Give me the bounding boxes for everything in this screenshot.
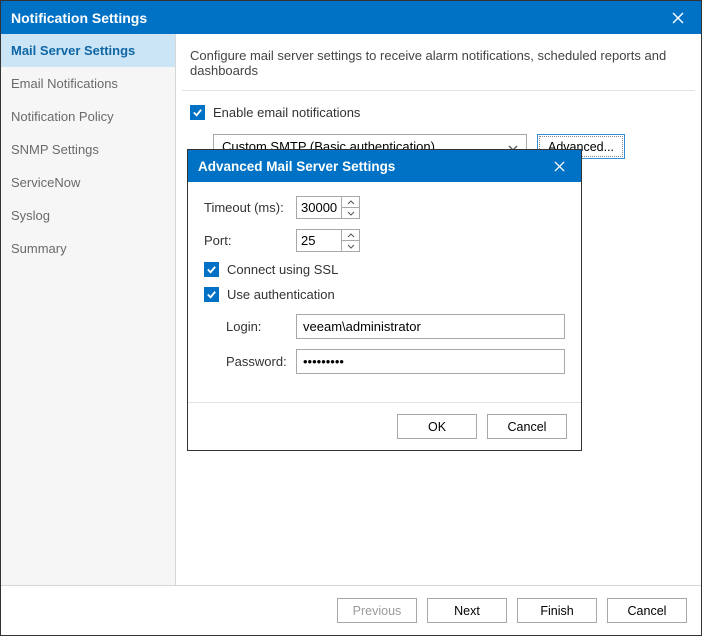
next-button-label: Next xyxy=(454,604,480,618)
timeout-input[interactable] xyxy=(297,197,341,218)
timeout-down-button[interactable] xyxy=(342,207,359,218)
timeout-label: Timeout (ms): xyxy=(204,200,288,215)
dialog-body: Timeout (ms): Port: xyxy=(188,182,581,384)
sidebar-item-label: Mail Server Settings xyxy=(11,43,135,58)
main-description: Configure mail server settings to receiv… xyxy=(176,34,701,90)
sidebar-item-label: SNMP Settings xyxy=(11,142,99,157)
ssl-checkbox[interactable] xyxy=(204,262,219,277)
sidebar-item-notification-policy[interactable]: Notification Policy xyxy=(1,100,175,133)
dialog-close-button[interactable] xyxy=(547,154,571,178)
previous-button: Previous xyxy=(337,598,417,623)
timeout-arrows xyxy=(341,197,359,218)
titlebar: Notification Settings xyxy=(1,1,701,34)
ssl-label: Connect using SSL xyxy=(227,262,338,277)
port-label: Port: xyxy=(204,233,288,248)
port-row: Port: xyxy=(204,229,565,252)
chevron-down-icon xyxy=(347,211,355,216)
next-button[interactable]: Next xyxy=(427,598,507,623)
sidebar-item-label: Syslog xyxy=(11,208,50,223)
auth-row: Use authentication xyxy=(204,287,565,302)
advanced-mail-server-dialog: Advanced Mail Server Settings Timeout (m… xyxy=(187,149,582,451)
window-title: Notification Settings xyxy=(11,10,665,26)
wizard-footer: Previous Next Finish Cancel xyxy=(1,585,701,635)
password-input[interactable] xyxy=(296,349,565,374)
auth-label: Use authentication xyxy=(227,287,335,302)
password-label: Password: xyxy=(226,354,288,369)
enable-email-row: Enable email notifications xyxy=(190,105,687,120)
dialog-cancel-label: Cancel xyxy=(508,420,547,434)
dialog-ok-button[interactable]: OK xyxy=(397,414,477,439)
notification-settings-window: Notification Settings Mail Server Settin… xyxy=(0,0,702,636)
port-spinner xyxy=(296,229,360,252)
port-down-button[interactable] xyxy=(342,240,359,251)
finish-button[interactable]: Finish xyxy=(517,598,597,623)
timeout-row: Timeout (ms): xyxy=(204,196,565,219)
login-input[interactable] xyxy=(296,314,565,339)
previous-button-label: Previous xyxy=(353,604,402,618)
timeout-spinner xyxy=(296,196,360,219)
close-icon xyxy=(554,161,565,172)
chevron-up-icon xyxy=(347,233,355,238)
port-input[interactable] xyxy=(297,230,341,251)
dialog-ok-label: OK xyxy=(428,420,446,434)
cancel-button[interactable]: Cancel xyxy=(607,598,687,623)
window-close-button[interactable] xyxy=(665,5,691,31)
port-arrows xyxy=(341,230,359,251)
sidebar-item-label: Email Notifications xyxy=(11,76,118,91)
sidebar-item-summary[interactable]: Summary xyxy=(1,232,175,265)
password-row: Password: xyxy=(226,349,565,374)
cancel-button-label: Cancel xyxy=(628,604,667,618)
dialog-title: Advanced Mail Server Settings xyxy=(198,159,395,174)
checkmark-icon xyxy=(192,107,203,118)
close-icon xyxy=(672,12,684,24)
sidebar-item-email-notifications[interactable]: Email Notifications xyxy=(1,67,175,100)
login-row: Login: xyxy=(226,314,565,339)
ssl-row: Connect using SSL xyxy=(204,262,565,277)
chevron-up-icon xyxy=(347,200,355,205)
sidebar-item-mail-server-settings[interactable]: Mail Server Settings xyxy=(1,34,175,67)
checkmark-icon xyxy=(206,289,217,300)
dialog-titlebar: Advanced Mail Server Settings xyxy=(188,150,581,182)
sidebar-item-syslog[interactable]: Syslog xyxy=(1,199,175,232)
chevron-down-icon xyxy=(347,244,355,249)
enable-email-label: Enable email notifications xyxy=(213,105,360,120)
checkmark-icon xyxy=(206,264,217,275)
sidebar: Mail Server Settings Email Notifications… xyxy=(1,34,176,585)
enable-email-checkbox[interactable] xyxy=(190,105,205,120)
sidebar-item-label: Summary xyxy=(11,241,67,256)
login-label: Login: xyxy=(226,319,288,334)
port-up-button[interactable] xyxy=(342,230,359,240)
dialog-cancel-button[interactable]: Cancel xyxy=(487,414,567,439)
divider xyxy=(182,90,695,91)
sidebar-item-label: ServiceNow xyxy=(11,175,80,190)
sidebar-item-servicenow[interactable]: ServiceNow xyxy=(1,166,175,199)
auth-checkbox[interactable] xyxy=(204,287,219,302)
sidebar-item-snmp-settings[interactable]: SNMP Settings xyxy=(1,133,175,166)
finish-button-label: Finish xyxy=(540,604,573,618)
sidebar-item-label: Notification Policy xyxy=(11,109,114,124)
timeout-up-button[interactable] xyxy=(342,197,359,207)
dialog-footer: OK Cancel xyxy=(188,402,581,450)
